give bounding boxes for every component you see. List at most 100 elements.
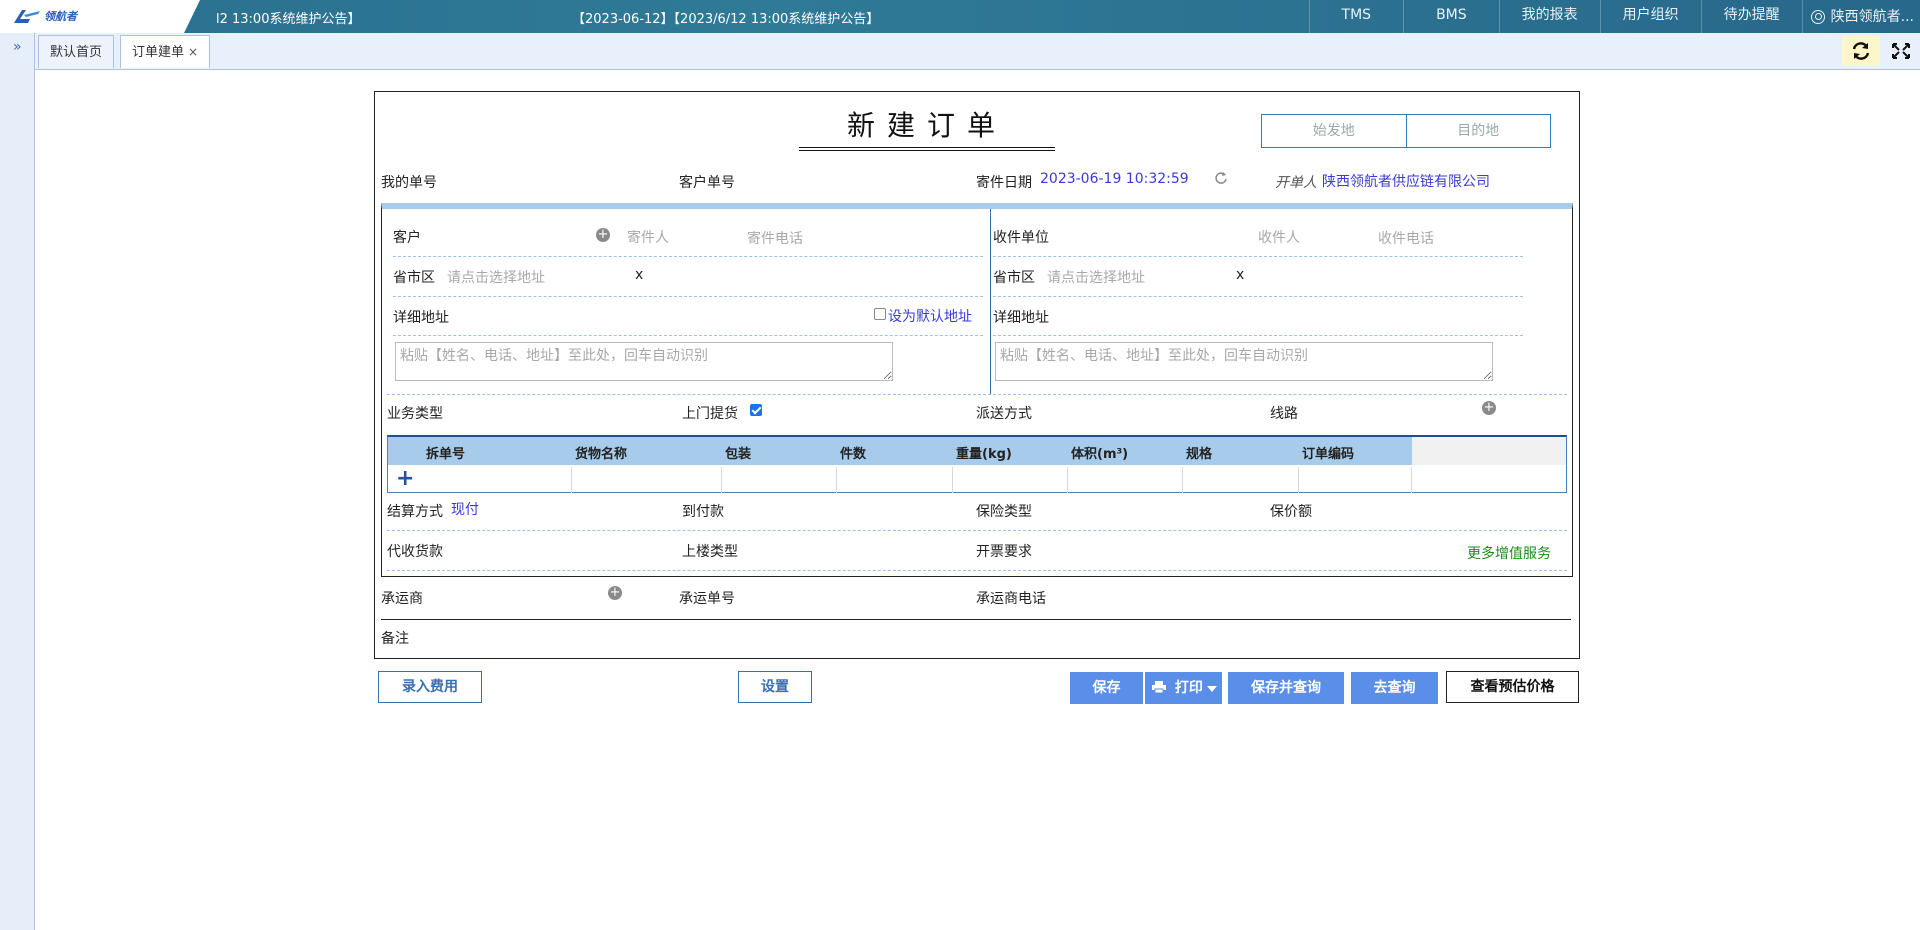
sender-region-input[interactable]: 请点击选择地址 xyxy=(447,267,545,287)
user-name: 陕西领航者... xyxy=(1830,8,1914,25)
close-tab-icon[interactable]: × xyxy=(188,45,198,59)
receiver-phone-input[interactable]: 收件电话 xyxy=(1378,228,1434,248)
add-route-icon[interactable]: + xyxy=(1482,401,1496,415)
col-goods-name: 货物名称 xyxy=(575,447,628,462)
receiver-input[interactable]: 收件人 xyxy=(1258,227,1300,247)
send-date-label: 寄件日期 xyxy=(976,175,1032,191)
reset-date-icon[interactable] xyxy=(1213,170,1229,186)
divider xyxy=(393,296,983,297)
save-and-query-button[interactable]: 保存并查询 xyxy=(1228,672,1344,704)
user-menu[interactable]: 陕西领航者... xyxy=(1801,0,1920,33)
pickup-checkbox[interactable] xyxy=(750,404,762,416)
sender-receiver-divider xyxy=(990,209,991,394)
divider xyxy=(381,619,1571,620)
customer-label: 客户 xyxy=(393,230,421,246)
settings-button[interactable]: 设置 xyxy=(738,671,812,703)
divider xyxy=(993,296,1523,297)
goods-table-header-filler xyxy=(1412,437,1566,465)
col-pieces: 件数 xyxy=(840,447,867,462)
biz-type-label: 业务类型 xyxy=(387,406,443,422)
order-detail-box: 客户 + 寄件人 寄件电话 省市区 请点击选择地址 x 详细地址 设为默认地址 … xyxy=(381,203,1573,577)
col-volume: 体积(m³) xyxy=(1071,447,1129,462)
print-button[interactable]: 打印 xyxy=(1145,672,1222,704)
chevron-down-icon[interactable] xyxy=(1207,686,1217,692)
cell-split-no[interactable] xyxy=(422,467,572,493)
fullscreen-icon xyxy=(1892,43,1910,59)
nav-user-org[interactable]: 用户组织 xyxy=(1599,0,1701,33)
cell-package[interactable] xyxy=(722,467,837,493)
notice-ticker-2: 【2023-06-12】【2023/6/12 13:00系统维护公告】 xyxy=(572,12,880,27)
add-customer-icon[interactable]: + xyxy=(596,228,610,242)
creator-value: 陕西领航者供应链有限公司 xyxy=(1322,174,1490,190)
refresh-button[interactable] xyxy=(1842,36,1880,66)
cell-volume[interactable] xyxy=(1068,467,1183,493)
default-address-checkbox[interactable] xyxy=(874,308,886,320)
divider xyxy=(993,256,1523,257)
send-date-value[interactable]: 2023-06-19 10:32:59 xyxy=(1040,171,1189,187)
nav-my-reports[interactable]: 我的报表 xyxy=(1498,0,1600,33)
origin-field[interactable]: 始发地 xyxy=(1262,115,1407,147)
form-title: 新建订单 xyxy=(846,109,1007,142)
sender-region-label: 省市区 xyxy=(393,270,435,286)
add-carrier-icon[interactable]: + xyxy=(608,586,622,600)
nav-tms[interactable]: TMS xyxy=(1308,0,1404,33)
add-goods-row-icon[interactable]: + xyxy=(396,467,414,491)
cell-order-code[interactable] xyxy=(1299,467,1412,493)
col-order-code: 订单编码 xyxy=(1302,447,1355,462)
remark-label: 备注 xyxy=(381,631,409,647)
pickup-label: 上门提货 xyxy=(682,406,738,422)
divider xyxy=(993,335,1523,336)
receiver-detail-label: 详细地址 xyxy=(993,310,1049,326)
cell-spec[interactable] xyxy=(1183,467,1299,493)
col-split-no: 拆单号 xyxy=(426,447,466,462)
divider xyxy=(387,570,1567,571)
title-underline-2 xyxy=(799,150,1055,151)
refresh-icon xyxy=(1852,42,1870,60)
print-label: 打印 xyxy=(1174,680,1203,696)
nav-todo[interactable]: 待办提醒 xyxy=(1700,0,1802,33)
top-bar: 领航者 l2 13:00系统维护公告】 【2023-06-12】【2023/6/… xyxy=(0,0,1920,33)
tab-create-order-label: 订单建单 xyxy=(132,45,185,60)
expand-sidebar-icon[interactable]: » xyxy=(13,39,22,55)
settle-value[interactable]: 现付 xyxy=(451,499,479,519)
sender-phone-input[interactable]: 寄件电话 xyxy=(747,228,803,248)
receiver-region-label: 省市区 xyxy=(993,270,1035,286)
fullscreen-button[interactable] xyxy=(1888,36,1914,66)
receiver-region-clear[interactable]: x xyxy=(1236,267,1244,283)
cell-pieces[interactable] xyxy=(837,467,953,493)
go-query-button[interactable]: 去查询 xyxy=(1351,672,1438,704)
estimate-price-button[interactable]: 查看预估价格 xyxy=(1446,671,1579,703)
sidebar: » xyxy=(0,33,35,930)
receiver-paste-textarea[interactable] xyxy=(995,342,1493,381)
more-services-link[interactable]: 更多增值服务 xyxy=(1467,543,1551,563)
order-form: 新建订单 始发地 目的地 我的单号 客户单号 寄件日期 2023-06-19 1… xyxy=(374,91,1580,659)
cell-goods-name[interactable] xyxy=(572,467,722,493)
destination-field[interactable]: 目的地 xyxy=(1407,115,1551,147)
enter-fee-button[interactable]: 录入费用 xyxy=(378,671,482,703)
insure-type-label: 保险类型 xyxy=(976,504,1032,520)
sender-region-clear[interactable]: x xyxy=(635,267,643,283)
sender-input[interactable]: 寄件人 xyxy=(627,227,669,247)
printer-icon xyxy=(1152,681,1166,694)
logo-icon xyxy=(14,10,40,23)
tab-home[interactable]: 默认首页 xyxy=(38,35,115,68)
creator-label: 开单人 xyxy=(1275,175,1317,191)
logo[interactable]: 领航者 xyxy=(12,6,77,26)
tab-create-order[interactable]: 订单建单 × xyxy=(120,35,211,68)
carrier-no-label: 承运单号 xyxy=(679,591,735,607)
default-address-label[interactable]: 设为默认地址 xyxy=(888,306,972,326)
collect-label: 代收货款 xyxy=(387,544,443,560)
my-no-label: 我的单号 xyxy=(381,175,437,191)
logo-area: 领航者 xyxy=(0,0,200,33)
save-button[interactable]: 保存 xyxy=(1070,672,1143,704)
goods-table: 拆单号 货物名称 包装 件数 重量(kg) 体积(m³) 规格 订单编码 + xyxy=(387,435,1567,493)
sender-paste-textarea[interactable] xyxy=(395,342,893,381)
receiver-region-input[interactable]: 请点击选择地址 xyxy=(1047,267,1145,287)
receiver-unit-label: 收件单位 xyxy=(993,230,1049,246)
cell-weight[interactable] xyxy=(953,467,1068,493)
delivery-label: 派送方式 xyxy=(976,406,1032,422)
col-package: 包装 xyxy=(725,447,752,462)
nav-bms[interactable]: BMS xyxy=(1403,0,1499,33)
tab-bar: 默认首页 订单建单 × xyxy=(35,33,1920,70)
cod-label: 到付款 xyxy=(682,504,724,520)
